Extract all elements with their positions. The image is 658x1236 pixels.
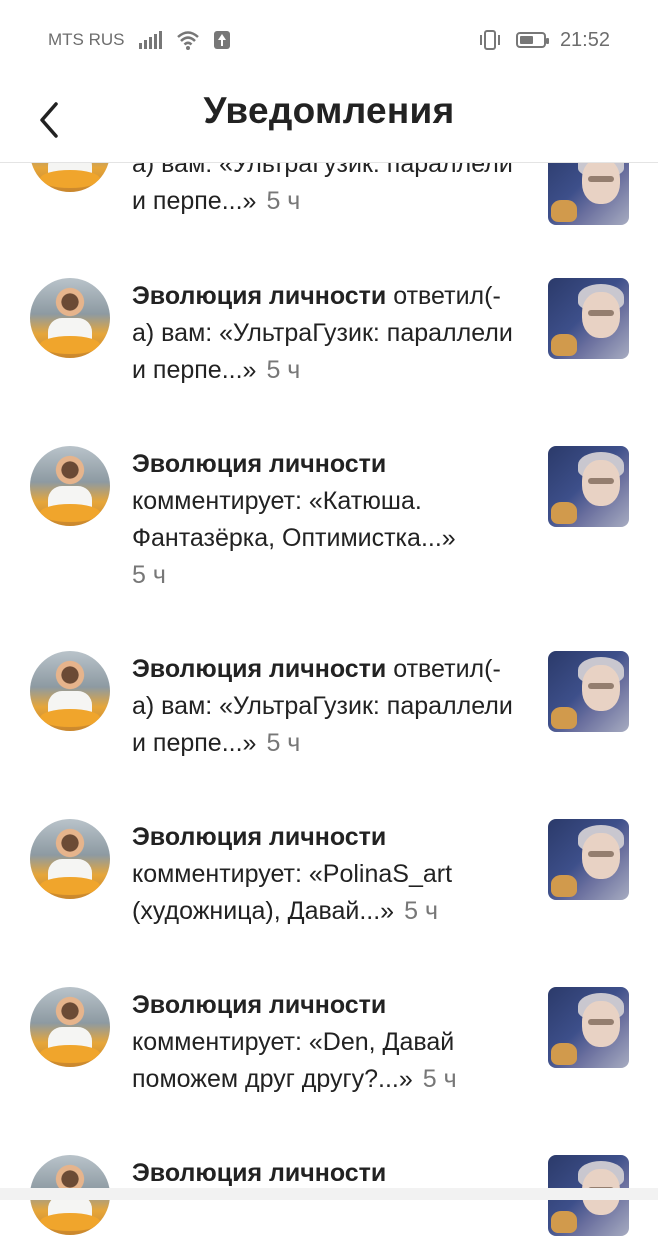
notification-text: Эволюция личности	[132, 1155, 522, 1192]
bottom-edge	[0, 1188, 658, 1200]
author-avatar[interactable]	[30, 446, 110, 526]
post-thumbnail[interactable]	[548, 278, 629, 359]
notification-time: 5 ч	[266, 187, 301, 215]
post-thumbnail[interactable]	[548, 819, 629, 900]
app-header: Уведомления	[0, 80, 658, 163]
page-title: Уведомления	[203, 90, 455, 131]
notifications-list[interactable]: а) вам: «УльтраГузик: параллели и перпе.…	[0, 0, 658, 1236]
notification-time: 5 ч	[404, 897, 438, 925]
post-thumbnail[interactable]	[548, 651, 629, 732]
notification-time: 5 ч	[266, 729, 301, 757]
notification-author[interactable]: Эволюция личности	[132, 450, 386, 478]
notification-author[interactable]: Эволюция личности	[132, 991, 386, 1019]
notification-text: Эволюция личности ответил(-а) вам: «Ульт…	[132, 651, 522, 762]
notification-time: 5 ч	[422, 1065, 457, 1093]
author-avatar[interactable]	[30, 651, 110, 731]
notification-time: 5 ч	[132, 561, 166, 589]
post-thumbnail[interactable]	[548, 987, 629, 1068]
post-thumbnail[interactable]	[548, 446, 629, 527]
notification-author[interactable]: Эволюция личности	[132, 823, 386, 851]
notification-action: комментирует: «Катюша. Фантазёрка, Оптим…	[132, 487, 456, 552]
notification-author[interactable]: Эволюция личности	[132, 1159, 386, 1187]
notification-text: Эволюция личности ответил(-а) вам: «Ульт…	[132, 278, 522, 389]
notification-text: Эволюция личности комментирует: «Катюша.…	[132, 446, 522, 594]
notification-text: Эволюция личности комментирует: «PolinaS…	[132, 819, 522, 930]
notification-action: комментирует: «Den, Давай поможем друг д…	[132, 1028, 455, 1093]
notification-time: 5 ч	[266, 356, 301, 384]
notification-text: Эволюция личности комментирует: «Den, Да…	[132, 987, 522, 1098]
notification-author[interactable]: Эволюция личности	[132, 655, 386, 683]
notification-author[interactable]: Эволюция личности	[132, 282, 386, 310]
author-avatar[interactable]	[30, 987, 110, 1067]
author-avatar[interactable]	[30, 278, 110, 358]
author-avatar[interactable]	[30, 819, 110, 899]
